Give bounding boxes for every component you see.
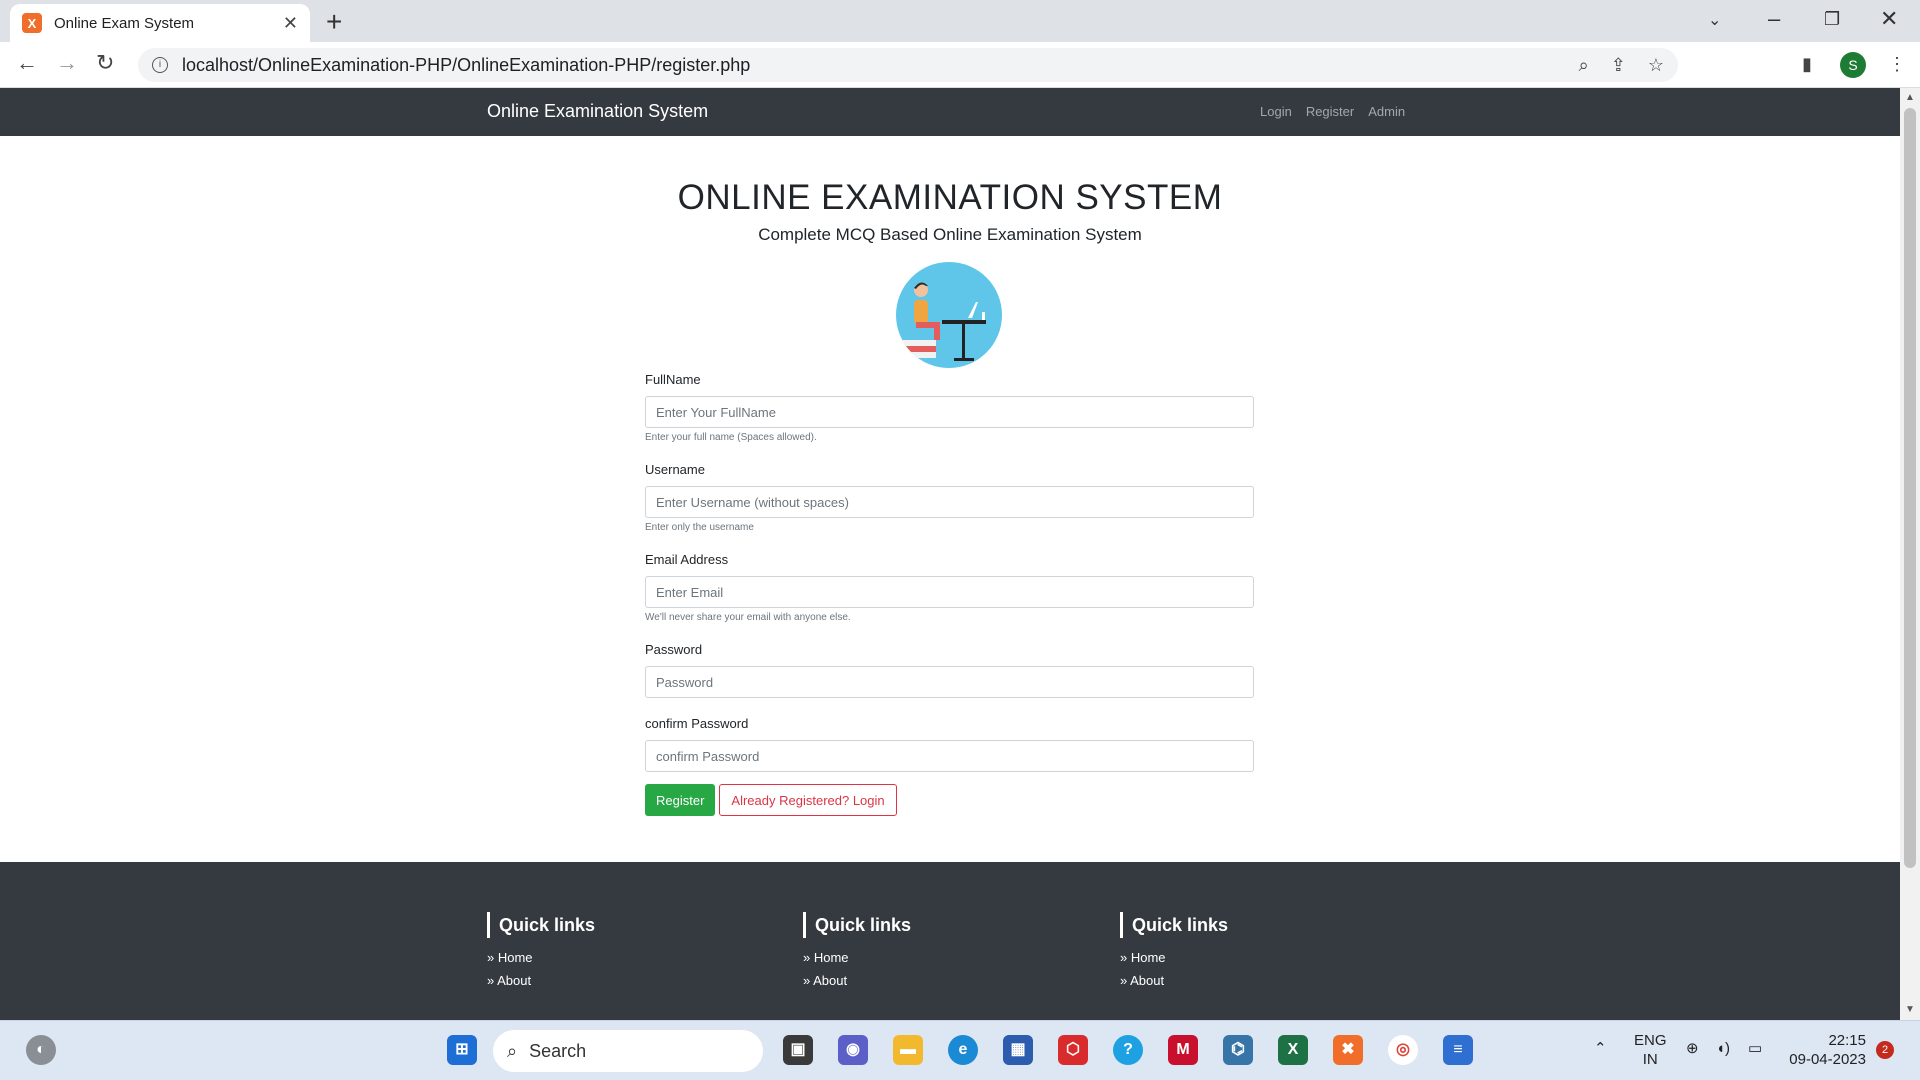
- footer-link-home[interactable]: » Home: [1120, 950, 1228, 965]
- double-chevron-icon: »: [487, 950, 495, 965]
- site-info-icon[interactable]: i: [152, 57, 168, 73]
- navbar-brand[interactable]: Online Examination System: [487, 101, 708, 122]
- search-icon: ⌕: [507, 1040, 518, 1061]
- email-label: Email Address: [645, 552, 729, 567]
- taskbar-search[interactable]: ⌕ Search: [493, 1030, 763, 1072]
- microsoft-store-icon[interactable]: ▦: [1003, 1035, 1033, 1065]
- footer-column-2: Quick links » Home » About: [803, 912, 911, 988]
- start-menu-icon[interactable]: ⊞: [447, 1035, 477, 1065]
- close-window-icon[interactable]: ✕: [1880, 6, 1898, 32]
- minimize-icon[interactable]: –: [1768, 6, 1780, 32]
- battery-icon[interactable]: ▭: [1748, 1039, 1762, 1058]
- search-label: Search: [529, 1040, 587, 1061]
- network-icon[interactable]: ⊕: [1686, 1039, 1699, 1058]
- clock[interactable]: 22:15 09-04-2023: [1786, 1031, 1866, 1069]
- restore-icon[interactable]: ❐: [1824, 9, 1840, 30]
- site-navbar: Online Examination System Login Register…: [0, 88, 1900, 136]
- page-subtitle: Complete MCQ Based Online Examination Sy…: [758, 225, 1142, 244]
- browser-tab[interactable]: X Online Exam System ✕: [10, 4, 310, 42]
- edge-browser-icon[interactable]: e: [948, 1035, 978, 1065]
- email-input[interactable]: Enter Email: [645, 576, 1254, 608]
- register-form: FullName Enter Your FullName Enter your …: [645, 368, 1254, 816]
- site-footer: Quick links » Home » About Quick links »…: [0, 862, 1900, 1020]
- navbar-links: Login Register Admin: [1260, 104, 1405, 119]
- address-bar-row: ← → ↻ i localhost/OnlineExamination-PHP/…: [0, 42, 1920, 88]
- browser-tab-strip: X Online Exam System ✕ + ⌄ – ❐ ✕: [0, 0, 1920, 42]
- chrome-icon[interactable]: ◎: [1388, 1035, 1418, 1065]
- notepad-icon[interactable]: ≡: [1443, 1035, 1473, 1065]
- language-indicator[interactable]: ENG IN: [1634, 1031, 1667, 1069]
- nav-link-admin[interactable]: Admin: [1368, 104, 1405, 119]
- footer-link-home[interactable]: » Home: [803, 950, 911, 965]
- xampp-favicon-icon: X: [22, 13, 42, 33]
- double-chevron-icon: »: [1120, 950, 1128, 965]
- page-title: ONLINE EXAMINATION SYSTEM: [677, 178, 1223, 217]
- zoom-icon[interactable]: ⌕: [1579, 55, 1589, 76]
- antivirus-icon[interactable]: ⬡: [1058, 1035, 1088, 1065]
- confirm-password-input[interactable]: confirm Password: [645, 740, 1254, 772]
- footer-link-about[interactable]: » About: [803, 973, 911, 988]
- double-chevron-icon: »: [487, 973, 495, 988]
- widgets-icon[interactable]: ◐: [26, 1035, 56, 1065]
- double-chevron-icon: »: [1120, 973, 1128, 988]
- password-input[interactable]: Password: [645, 666, 1254, 698]
- xampp-icon[interactable]: ✖: [1333, 1035, 1363, 1065]
- nav-link-register[interactable]: Register: [1306, 104, 1354, 119]
- page-scrollbar[interactable]: ▲ ▼: [1900, 88, 1920, 1020]
- share-icon[interactable]: ⇪: [1611, 55, 1626, 76]
- already-registered-login-button[interactable]: Already Registered? Login: [719, 784, 897, 816]
- footer-heading: Quick links: [487, 912, 595, 938]
- fullname-input[interactable]: Enter Your FullName: [645, 396, 1254, 428]
- footer-link-about[interactable]: » About: [1120, 973, 1228, 988]
- username-label: Username: [645, 462, 705, 477]
- url-omnibox[interactable]: i localhost/OnlineExamination-PHP/Online…: [138, 48, 1678, 82]
- fullname-label: FullName: [645, 372, 701, 387]
- volume-icon[interactable]: ◖): [1716, 1039, 1730, 1058]
- scroll-up-icon[interactable]: ▲: [1905, 92, 1915, 103]
- scroll-thumb[interactable]: [1904, 108, 1916, 868]
- notification-badge[interactable]: 2: [1876, 1041, 1894, 1059]
- double-chevron-icon: »: [803, 950, 811, 965]
- confirm-password-label: confirm Password: [645, 716, 749, 731]
- tab-title: Online Exam System: [54, 14, 195, 32]
- tab-search-icon[interactable]: ⌄: [1708, 10, 1721, 30]
- form-actions: Register Already Registered? Login: [645, 784, 1254, 816]
- url-text[interactable]: localhost/OnlineExamination-PHP/OnlineEx…: [182, 55, 1579, 76]
- browser-menu-icon[interactable]: ⋮: [1888, 54, 1906, 75]
- close-tab-icon[interactable]: ✕: [283, 13, 298, 34]
- double-chevron-icon: »: [803, 973, 811, 988]
- reload-icon[interactable]: ↻: [96, 50, 114, 76]
- excel-icon[interactable]: X: [1278, 1035, 1308, 1065]
- get-help-icon[interactable]: ?: [1113, 1035, 1143, 1065]
- username-help: Enter only the username: [645, 522, 754, 533]
- windows-taskbar: ◐ ⊞ ⌕ Search ▣ ◉ ▬ e ▦ ⬡ ? M ⌬ X ✖ ◎ ≡ ⌃…: [0, 1020, 1920, 1080]
- fullname-help: Enter your full name (Spaces allowed).: [645, 432, 817, 443]
- profile-avatar[interactable]: S: [1840, 52, 1866, 78]
- register-button[interactable]: Register: [645, 784, 716, 816]
- show-hidden-icons-icon[interactable]: ⌃: [1594, 1039, 1607, 1058]
- nav-link-login[interactable]: Login: [1260, 104, 1292, 119]
- teams-chat-icon[interactable]: ◉: [838, 1035, 868, 1065]
- footer-link-about[interactable]: » About: [487, 973, 595, 988]
- student-at-desk-illustration: [896, 262, 1002, 368]
- email-help: We'll never share your email with anyone…: [645, 612, 851, 623]
- python-icon[interactable]: ⌬: [1223, 1035, 1253, 1065]
- forward-icon[interactable]: →: [56, 50, 78, 76]
- footer-column-3: Quick links » Home » About: [1120, 912, 1228, 988]
- footer-column-1: Quick links » Home » About: [487, 912, 595, 988]
- mcafee-icon[interactable]: M: [1168, 1035, 1198, 1065]
- file-explorer-icon[interactable]: ▬: [893, 1035, 923, 1065]
- task-view-icon[interactable]: ▣: [783, 1035, 813, 1065]
- scroll-down-icon[interactable]: ▼: [1905, 1004, 1915, 1015]
- side-panel-icon[interactable]: ▮: [1802, 54, 1812, 75]
- footer-heading: Quick links: [803, 912, 911, 938]
- footer-heading: Quick links: [1120, 912, 1228, 938]
- new-tab-icon[interactable]: +: [326, 6, 342, 38]
- password-label: Password: [645, 642, 703, 657]
- back-icon[interactable]: ←: [16, 50, 38, 76]
- username-input[interactable]: Enter Username (without spaces): [645, 486, 1254, 518]
- footer-link-home[interactable]: » Home: [487, 950, 595, 965]
- bookmark-star-icon[interactable]: ☆: [1648, 55, 1664, 76]
